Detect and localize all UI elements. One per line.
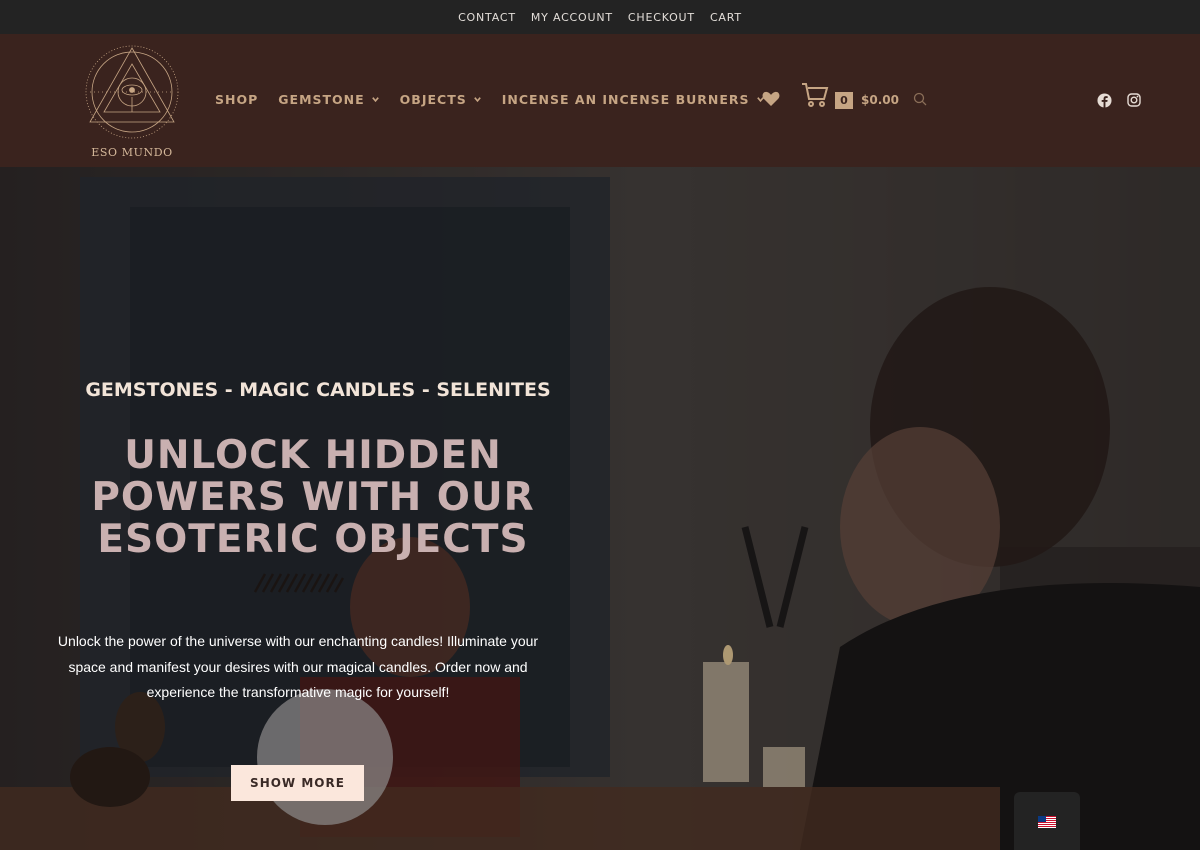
hero-description-line: space and manifest your desires with our… [68, 658, 528, 675]
nav-item-label: INCENSE AN INCENSE BURNERS [501, 92, 750, 107]
topbar-link-checkout[interactable]: CHECKOUT [628, 11, 695, 24]
nav-item-label: SHOP [215, 92, 259, 107]
main-nav: SHOP GEMSTONE OBJECTS INCENSE AN INCENSE… [215, 92, 785, 107]
facebook-icon[interactable] [1097, 93, 1112, 108]
hero-description-line: experience the transformative magic for … [146, 684, 450, 700]
cart-total[interactable]: $0.00 [861, 93, 899, 107]
logo-text: ESO MUNDO [91, 146, 173, 159]
hero-subtitle: GEMSTONES - MAGIC CANDLES - SELENITES [85, 379, 551, 401]
heart-icon[interactable] [762, 91, 780, 107]
language-switcher[interactable] [1014, 792, 1080, 850]
nav-item-shop[interactable]: SHOP [215, 92, 258, 107]
us-flag-icon [1038, 816, 1056, 828]
hero-description-line: Unlock the power of the universe with ou… [57, 633, 539, 649]
instagram-icon[interactable] [1127, 93, 1141, 107]
cart-icon[interactable] [801, 80, 829, 108]
hero-section: GEMSTONES - MAGIC CANDLES - SELENITES UN… [0, 167, 1200, 850]
chevron-down-icon [473, 97, 481, 103]
nav-item-label: GEMSTONE [278, 92, 365, 107]
site-header: ESO MUNDO SHOP GEMSTONE OBJECTS INCENSE … [0, 34, 1200, 167]
nav-item-gemstone[interactable]: GEMSTONE [278, 92, 379, 107]
hero-title-line: UNLOCK HIDDEN [124, 433, 502, 478]
topbar-link-cart[interactable]: CART [710, 11, 742, 24]
top-bar: CONTACT MY ACCOUNT CHECKOUT CART [0, 0, 1200, 34]
topbar-link-contact[interactable]: CONTACT [458, 11, 516, 24]
show-more-button[interactable]: SHOW MORE [231, 765, 364, 801]
nav-item-objects[interactable]: OBJECTS [400, 92, 482, 107]
chevron-down-icon [371, 97, 379, 103]
hero-title-line: POWERS WITH OUR [91, 475, 535, 520]
divider-hatch-icon [253, 573, 345, 593]
topbar-link-my-account[interactable]: MY ACCOUNT [531, 11, 613, 24]
hero-title-line: ESOTERIC OBJECTS [97, 517, 529, 562]
hero-description: Unlock the power of the universe with ou… [48, 629, 548, 706]
search-icon[interactable] [913, 92, 927, 106]
hero-title: UNLOCK HIDDEN POWERS WITH OUR ESOTERIC O… [45, 435, 581, 561]
nav-item-label: OBJECTS [399, 92, 467, 107]
nav-item-incense[interactable]: INCENSE AN INCENSE BURNERS [502, 92, 765, 107]
cart-count-badge[interactable]: 0 [835, 92, 853, 109]
